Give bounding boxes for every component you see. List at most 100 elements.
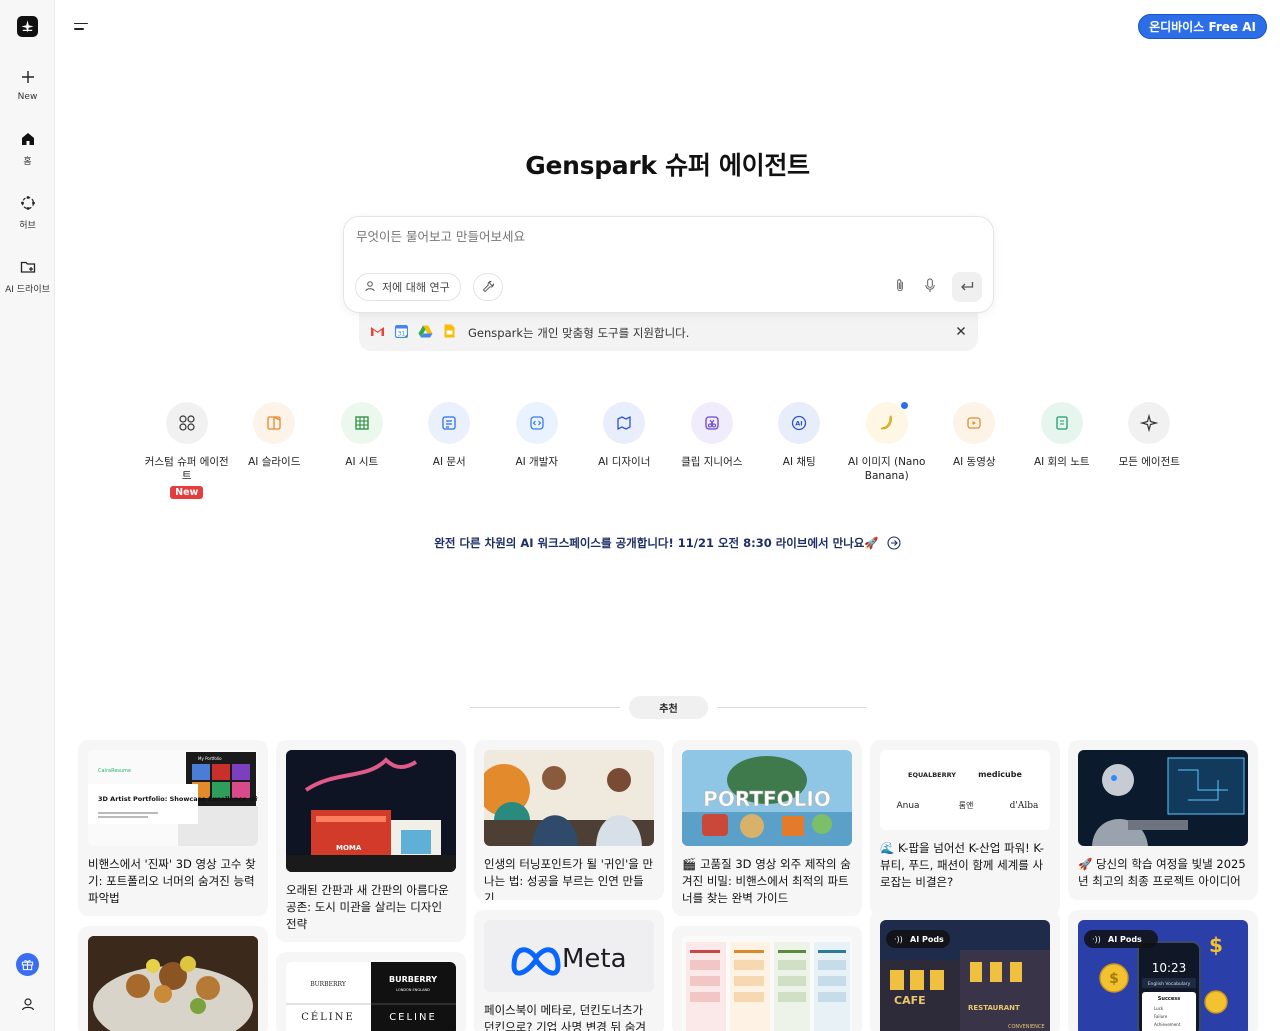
close-icon	[956, 321, 966, 340]
card-title: 비핸스에서 '진짜' 3D 영상 고수 찾기: 포트폴리오 너머의 숨겨진 능력…	[88, 857, 256, 905]
recommend-card[interactable]: EQUALBERRY medicube Anua 롬앤 d'Alba 🌊 K-팝…	[870, 740, 1060, 916]
recommend-card[interactable]: PORTFOLIO 🎬 고품질 3D 영상 외주 제작의 숨겨진 비밀: 비핸스…	[672, 740, 862, 916]
agent-ai-designer[interactable]: AI 디자이너	[581, 402, 669, 499]
recommend-card[interactable]: MOMA 오래된 간판과 새 간판의 아름다운 공존: 도시 미관을 살리는 디…	[276, 740, 466, 942]
agent-ai-chat[interactable]: AI AI 채팅	[756, 402, 844, 499]
thumb-title: 3D Artist Portfolio: Showcase Excellence…	[98, 795, 258, 803]
recommend-card[interactable]: $ $ 10:23 English Vocabulary Success Luc…	[1068, 910, 1258, 1031]
paperclip-icon	[894, 278, 906, 297]
hub-icon	[17, 192, 39, 214]
agent-label: AI 디자이너	[598, 456, 651, 468]
card-thumbnail: CalraResume My Portfolio 3D Artist Portf…	[88, 750, 258, 846]
card-title: 🎬 고품질 3D 영상 외주 제작의 숨겨진 비밀: 비핸스에서 최적의 파트너…	[682, 857, 851, 905]
menu-toggle-button[interactable]	[74, 18, 94, 34]
agent-label: AI 개발자	[515, 456, 559, 468]
prompt-input[interactable]	[356, 229, 956, 244]
sidebar-item-label: New	[17, 92, 38, 102]
gift-icon[interactable]	[16, 953, 39, 976]
agent-label: AI 문서	[432, 456, 466, 468]
thumb-word-1: Success	[1158, 996, 1180, 1002]
sheet-grid-icon	[340, 402, 383, 444]
agent-ai-slides[interactable]: AI 슬라이드	[231, 402, 319, 499]
agent-ai-video[interactable]: AI 동영상	[931, 402, 1019, 499]
recommend-card[interactable]: CalraResume My Portfolio 3D Artist Portf…	[78, 740, 268, 916]
agent-ai-image[interactable]: AI 이미지 (Nano Banana)	[843, 402, 931, 499]
new-badge: New	[170, 486, 204, 499]
svg-text:·)): ·))	[894, 935, 903, 944]
thumb-brand-top-right: BURBERRY	[389, 975, 437, 984]
menu-line	[74, 28, 84, 30]
recommend-card[interactable]: CAFE RESTAURANT CONVENIENCE AI Pods ·))	[870, 910, 1060, 1031]
folder-icon	[17, 256, 39, 278]
research-me-chip[interactable]: 저에 대해 연구	[355, 273, 461, 301]
card-title: 오래된 간판과 새 간판의 아름다운 공존: 도시 미관을 살리는 디자인 전략	[286, 883, 449, 931]
thumb-brand-3: Anua	[896, 801, 919, 811]
announcement-link[interactable]: 완전 다른 차원의 AI 워크스페이스를 공개합니다! 11/21 오전 8:3…	[55, 535, 1280, 551]
agent-all-agents[interactable]: 모든 에이전트	[1106, 402, 1194, 499]
google-drive-icon	[417, 324, 434, 338]
agent-custom-super-agent[interactable]: 커스텀 슈퍼 에이전트 New	[143, 402, 231, 499]
agent-label: AI 동영상	[952, 456, 996, 468]
plus-icon	[17, 66, 39, 88]
thumb-brand-2: medicube	[978, 770, 1022, 779]
agent-ai-meeting-notes[interactable]: AI 회의 노트	[1018, 402, 1106, 499]
svg-text:AI: AI	[796, 420, 803, 428]
sidebar-item-hub[interactable]: 허브	[0, 192, 55, 231]
card-title: 페이스북이 메타로, 던킨도너츠가 던킨으로? 기업 사명 변경 뒤 숨겨진	[484, 1003, 646, 1031]
agent-ai-sheets[interactable]: AI 시트	[318, 402, 406, 499]
agent-clip-genius[interactable]: 클립 지니어스	[668, 402, 756, 499]
prompt-box: 저에 대해 연구	[343, 216, 994, 313]
sidebar: New 홈 허브 AI 드라이브	[0, 0, 55, 1031]
agent-ai-docs[interactable]: AI 문서	[406, 402, 494, 499]
ai-pods-badge: AI Pods	[1108, 935, 1142, 944]
card-thumbnail: BURBERRY BURBERRY LONDON ENGLAND CÉLINE …	[286, 962, 456, 1031]
recommend-card[interactable]	[672, 926, 862, 1031]
card-thumbnail: EQUALBERRY medicube Anua 롬앤 d'Alba	[880, 750, 1050, 830]
thumb-brand-bottom-left: CÉLINE	[301, 1011, 355, 1023]
google-slides-icon	[441, 324, 458, 338]
thumb-word-3: Failure	[1154, 1014, 1168, 1019]
close-button[interactable]	[954, 323, 968, 337]
agent-ai-developer[interactable]: AI 개발자	[493, 402, 581, 499]
sidebar-item-ai-drive[interactable]: AI 드라이브	[0, 256, 55, 295]
submit-button[interactable]	[952, 272, 982, 302]
thumb-brand-bottom-right: CELINE	[389, 1012, 437, 1023]
arrow-right-circle-icon	[887, 536, 901, 550]
thumb-sign-cafe: CAFE	[894, 994, 926, 1007]
sidebar-item-new[interactable]: New	[0, 66, 55, 102]
recommend-card[interactable]: 🚀 당신의 학습 여정을 빛낼 2025년 최고의 최종 프로젝트 아이디어	[1068, 740, 1258, 900]
slides-icon	[253, 402, 296, 444]
person-icon	[364, 280, 376, 295]
microphone-button[interactable]	[920, 277, 940, 297]
integration-icons: 31	[369, 324, 458, 338]
home-icon	[17, 128, 39, 150]
recommend-tab[interactable]: 추천	[629, 696, 708, 719]
scissors-icon	[690, 402, 733, 444]
recommend-card[interactable]	[78, 926, 268, 1031]
card-title: 🌊 K-팝을 넘어선 K-산업 파워! K-뷰티, 푸드, 패션이 함께 세계를…	[880, 841, 1044, 889]
designer-icon	[603, 402, 646, 444]
agent-label: AI 채팅	[782, 456, 816, 468]
thumb-vocab: English Vocabulary	[1148, 981, 1191, 987]
thumb-brand-sub: LONDON ENGLAND	[396, 988, 430, 992]
recommend-card[interactable]: BURBERRY BURBERRY LONDON ENGLAND CÉLINE …	[276, 952, 466, 1031]
thumb-time: 10:23	[1152, 961, 1187, 975]
recommend-card[interactable]: Meta 페이스북이 메타로, 던킨도너츠가 던킨으로? 기업 사명 변경 뒤 …	[474, 910, 664, 1031]
agent-label: 모든 에이전트	[1118, 456, 1180, 468]
sidebar-item-home[interactable]: 홈	[0, 128, 55, 167]
agent-label: AI 회의 노트	[1033, 456, 1090, 468]
ai-chat-icon: AI	[778, 402, 821, 444]
user-account-icon[interactable]	[18, 994, 38, 1014]
tools-button[interactable]	[473, 273, 503, 301]
on-device-free-ai-button[interactable]: 온디바이스 Free AI	[1138, 14, 1267, 39]
enter-icon	[960, 278, 974, 297]
recommend-card[interactable]: 인생의 터닝포인트가 될 '귀인'을 만나는 법: 성공을 부르는 인연 만들기	[474, 740, 664, 900]
thumb-sign-restaurant: RESTAURANT	[968, 1004, 1020, 1012]
video-icon	[953, 402, 996, 444]
attach-button[interactable]	[890, 277, 910, 297]
genspark-logo-icon[interactable]	[17, 16, 38, 37]
agent-list: 커스텀 슈퍼 에이전트 New AI 슬라이드 AI 시트 AI 문서 AI 개…	[143, 402, 1193, 499]
card-thumbnail: CAFE RESTAURANT CONVENIENCE AI Pods ·))	[880, 920, 1050, 1031]
sparkle-icon	[1128, 402, 1171, 444]
announcement-text: 완전 다른 차원의 AI 워크스페이스를 공개합니다! 11/21 오전 8:3…	[434, 536, 879, 550]
